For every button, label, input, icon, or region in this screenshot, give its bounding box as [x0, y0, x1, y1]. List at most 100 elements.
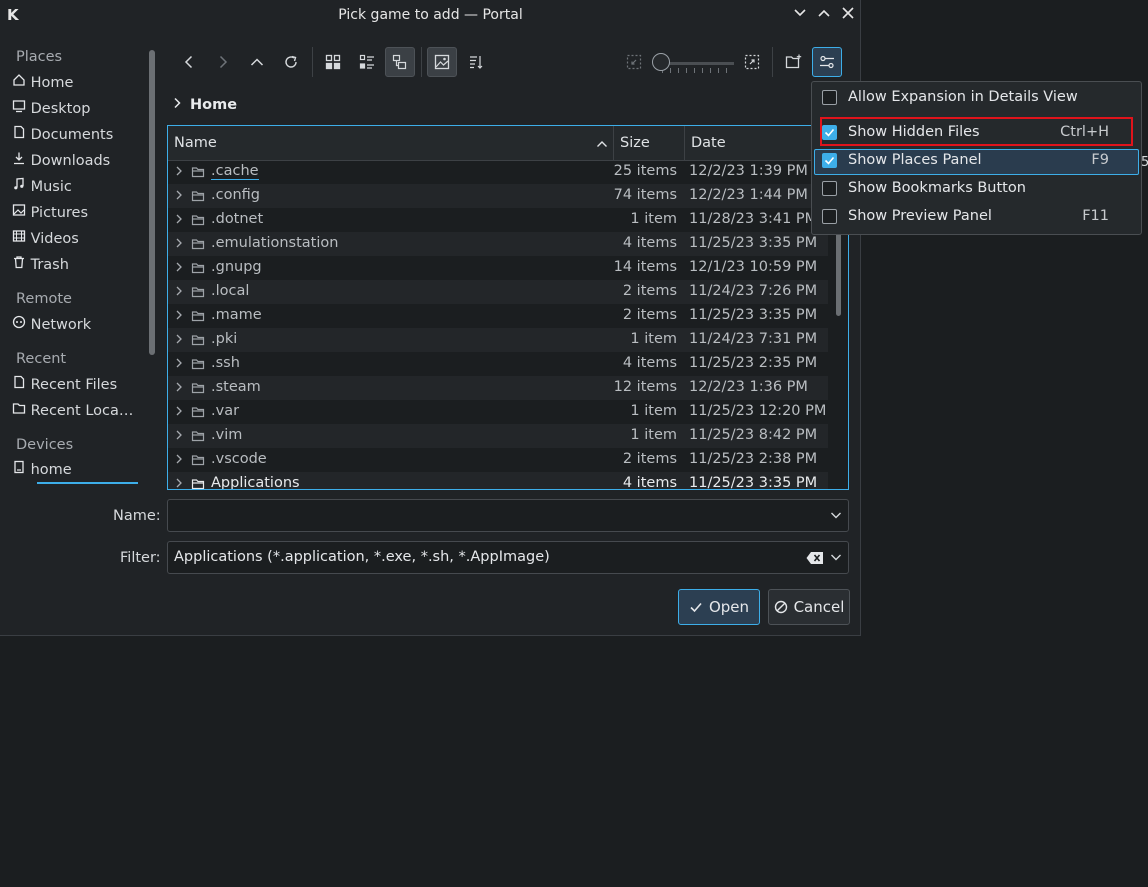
preview-button[interactable]	[427, 47, 457, 77]
clear-text-icon[interactable]	[806, 551, 824, 565]
file-size: 14 items	[613, 259, 677, 275]
folder-icon	[191, 237, 205, 251]
compact-view-button[interactable]	[352, 47, 382, 77]
zoom-slider-handle[interactable]	[652, 53, 670, 71]
filter-value[interactable]: Applications (*.application, *.exe, *.sh…	[174, 549, 550, 565]
sidebar-item-pictures[interactable]: Pictures	[12, 203, 142, 228]
menu-item-show-preview-panel[interactable]: Show Preview Panel F11	[814, 205, 1139, 231]
expand-chevron-icon[interactable]	[174, 285, 186, 299]
table-row[interactable]: .vim 1 item 11/25/23 8:42 PM	[168, 424, 828, 448]
highlight-box	[820, 117, 1133, 146]
chevron-down-icon[interactable]	[829, 508, 843, 522]
expand-chevron-icon[interactable]	[174, 429, 186, 443]
column-header-size[interactable]: Size	[620, 126, 650, 160]
file-size: 74 items	[613, 187, 677, 203]
file-date: 11/25/23 3:35 PM	[689, 475, 818, 490]
cancel-button[interactable]: Cancel	[768, 589, 850, 625]
file-date: 11/25/23 12:20 PM	[689, 403, 827, 419]
expand-chevron-icon[interactable]	[174, 165, 186, 179]
sidebar-item-home[interactable]: Home	[12, 73, 142, 98]
pictures-icon	[12, 204, 26, 221]
file-list[interactable]: Name Size Date .cache 25 items 12/2/23 1:3…	[167, 125, 849, 490]
file-size: 4 items	[622, 355, 677, 371]
sidebar-item-label: Music	[30, 179, 72, 195]
zoom-out-button[interactable]	[619, 47, 649, 77]
menu-item-allow-expansion[interactable]: Allow Expansion in Details View	[814, 86, 1139, 112]
places-scrollbar[interactable]	[149, 50, 155, 355]
devices-header: Devices	[16, 437, 74, 453]
zoom-in-button[interactable]	[737, 47, 767, 77]
folder-icon	[191, 285, 205, 299]
breadcrumb-home[interactable]: Home	[190, 97, 237, 113]
column-header-date[interactable]: Date	[691, 126, 726, 160]
sidebar-item-downloads[interactable]: Downloads	[12, 151, 142, 176]
window-title: Pick game to add — Portal	[338, 7, 523, 23]
expand-chevron-icon[interactable]	[174, 453, 186, 467]
close-button[interactable]	[839, 6, 857, 24]
sidebar-item-recent-locations[interactable]: Recent Loca…	[12, 401, 142, 426]
forward-button[interactable]	[208, 47, 238, 77]
table-row[interactable]: .steam 12 items 12/2/23 1:36 PM	[168, 376, 828, 400]
details-view-button[interactable]	[385, 47, 415, 77]
table-row[interactable]: .gnupg 14 items 12/1/23 10:59 PM	[168, 256, 828, 280]
expand-chevron-icon[interactable]	[174, 357, 186, 371]
sidebar-item-network[interactable]: Network	[12, 315, 142, 340]
file-size: 1 item	[630, 403, 677, 419]
zoom-slider-track[interactable]	[662, 62, 734, 65]
expand-chevron-icon[interactable]	[174, 477, 186, 489]
table-row[interactable]: .emulationstation 4 items 11/25/23 3:35 PM	[168, 232, 828, 256]
expand-chevron-icon[interactable]	[174, 237, 186, 251]
sidebar-item-trash[interactable]: Trash	[12, 255, 142, 280]
sidebar-item-documents[interactable]: Documents	[12, 125, 142, 150]
expand-chevron-icon[interactable]	[174, 309, 186, 323]
network-icon	[12, 315, 26, 333]
filter-combobox[interactable]: Applications (*.application, *.exe, *.sh…	[167, 541, 849, 574]
options-menu-button[interactable]	[812, 47, 842, 77]
column-header-name[interactable]: Name	[174, 126, 217, 160]
table-row[interactable]: .vscode 2 items 11/25/23 2:38 PM	[168, 448, 828, 472]
table-row[interactable]: .dotnet 1 item 11/28/23 3:41 PM	[168, 208, 828, 232]
expand-chevron-icon[interactable]	[174, 189, 186, 203]
expand-chevron-icon[interactable]	[174, 381, 186, 395]
sidebar-item-videos[interactable]: Videos	[12, 229, 142, 254]
menu-item-show-bookmarks-button[interactable]: Show Bookmarks Button	[814, 177, 1139, 203]
table-row[interactable]: .config 74 items 12/2/23 1:44 PM	[168, 184, 828, 208]
table-row[interactable]: .ssh 4 items 11/25/23 2:35 PM	[168, 352, 828, 376]
table-row[interactable]: .mame 2 items 11/25/23 3:35 PM	[168, 304, 828, 328]
open-button[interactable]: Open	[678, 589, 760, 625]
column-divider[interactable]	[613, 126, 614, 160]
table-row[interactable]: Applications 4 items 11/25/23 3:35 PM	[168, 472, 828, 490]
chevron-down-icon[interactable]	[829, 550, 843, 564]
minimize-button[interactable]	[791, 6, 809, 24]
column-divider[interactable]	[684, 126, 685, 160]
checkbox-checked[interactable]	[822, 153, 837, 168]
expand-chevron-icon[interactable]	[174, 261, 186, 275]
reload-button[interactable]	[276, 47, 306, 77]
checkbox[interactable]	[822, 181, 837, 196]
checkbox[interactable]	[822, 209, 837, 224]
sidebar-item-desktop[interactable]: Desktop	[12, 99, 142, 124]
reload-icon	[285, 55, 297, 68]
back-button[interactable]	[174, 47, 204, 77]
checkbox[interactable]	[822, 90, 837, 105]
icons-view-button[interactable]	[318, 47, 348, 77]
name-combobox[interactable]	[167, 499, 849, 532]
expand-chevron-icon[interactable]	[174, 405, 186, 419]
sidebar-item-label: Home	[30, 75, 74, 91]
menu-item-show-places-panel[interactable]: Show Places Panel F9	[814, 149, 1139, 175]
device-usage-bar	[37, 482, 138, 484]
table-row[interactable]: .var 1 item 11/25/23 12:20 PM	[168, 400, 828, 424]
sidebar-item-recent-files[interactable]: Recent Files	[12, 375, 142, 400]
maximize-button[interactable]	[815, 6, 833, 24]
expand-chevron-icon[interactable]	[174, 333, 186, 347]
breadcrumb[interactable]: Home	[172, 97, 237, 113]
desktop-icon	[12, 100, 26, 117]
new-folder-button[interactable]	[779, 47, 809, 77]
up-button[interactable]	[242, 47, 272, 77]
table-row[interactable]: .cache 25 items 12/2/23 1:39 PM	[168, 160, 828, 184]
sort-button[interactable]	[461, 47, 491, 77]
expand-chevron-icon[interactable]	[174, 213, 186, 227]
sidebar-item-music[interactable]: Music	[12, 177, 142, 202]
table-row[interactable]: .pki 1 item 11/24/23 7:31 PM	[168, 328, 828, 352]
table-row[interactable]: .local 2 items 11/24/23 7:26 PM	[168, 280, 828, 304]
